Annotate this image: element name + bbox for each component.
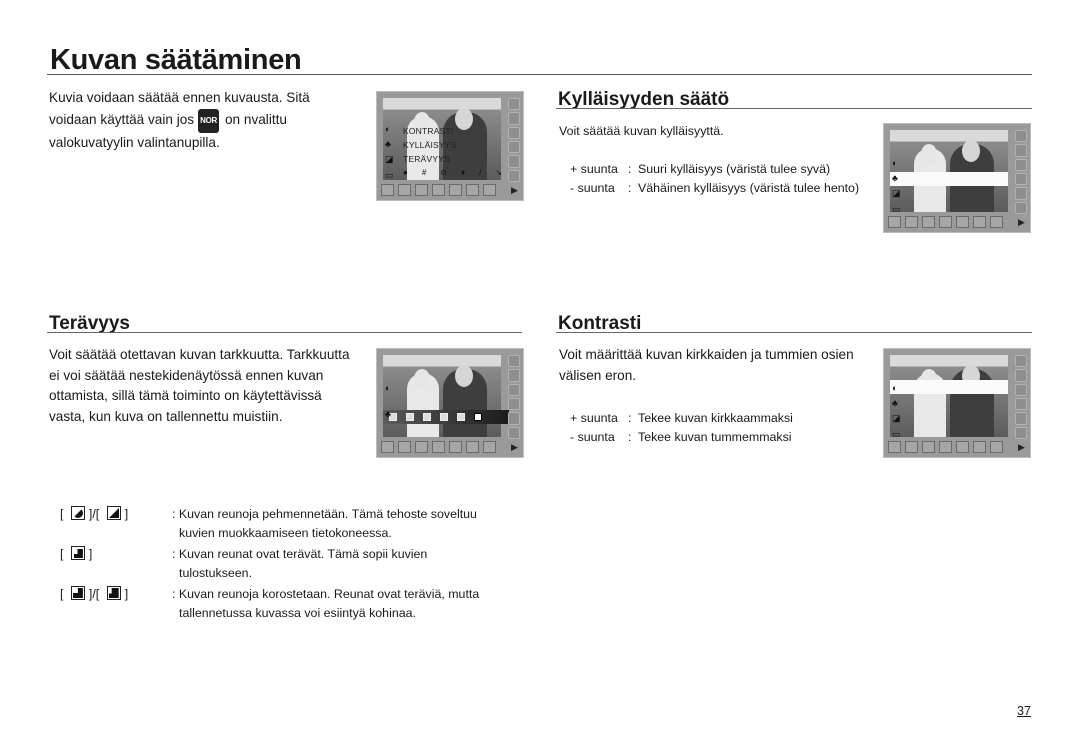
side-buttons [508,98,520,182]
pen-icon: / [479,168,482,177]
page-title: Kuvan säätäminen [50,44,302,76]
saturation-items: + suunta: Suuri kylläisyys (väristä tulee… [570,160,859,198]
text-line: Voit säätää otettavan kuvan tarkkuutta. … [49,347,350,362]
section-divider [556,332,1032,333]
item-sep: : [628,162,632,176]
contrast-items: + suunta: Tekee kuvan kirkkaammaksi - suu… [570,409,793,447]
sharpness-options: [ ]/[ ] : Kuvan reunoja pehmennetään. Tä… [60,505,520,623]
contrast-icon: ◐ [892,158,898,168]
section-divider [47,332,522,333]
camera-screen-sharpness: ◐ ♣ ▶ [376,348,524,458]
sharpness-option-vivid: [ ]/[ ] : Kuvan reunoja korostetaan. Reu… [60,586,480,620]
contrast-item-minus: - suunta: Tekee kuvan tummemmaksi [570,430,792,444]
sharpness-option-normal: [ ] : Kuvan reunat ovat terävät. Tämä so… [60,546,428,580]
intro-text-part: voidaan käyttää vain jos [49,111,195,127]
saturation-slider-bar [890,172,1008,186]
menu-icons: ◐ ♣ ◪ ▭ [892,158,901,215]
text-line: ottamista, sillä tämä toiminto on käytet… [49,388,322,403]
intro-text: Kuvia voidaan säätää ennen kuvausta. Sit… [49,88,369,154]
text-line: vasta, kun kuva on tallennettu muistiin. [49,408,283,424]
contrast-item-plus: + suunta: Tekee kuvan kirkkaammaksi [570,411,793,425]
item-text: Vähäinen kylläisyys (väristä tulee hento… [638,181,860,195]
item-text: Suuri kylläisyys (väristä tulee syvä) [638,162,831,176]
contrast-icon: ◐ [385,124,391,134]
soft-1-icon [106,506,121,520]
saturation-item-plus: + suunta: Suuri kylläisyys (väristä tulee… [570,160,859,179]
effect-icon: ▭ [892,204,901,214]
sharpness-icon: ◪ [385,154,394,164]
effect-icon: ▭ [892,429,901,439]
intro-line: voidaan käyttää vain jos NOR on nvalittu [49,108,369,133]
camera-screen-menu: ◐ ♣ ◪ ▭ KONTRASTI KYLLÄISYYS TERÄVYYS ● … [376,91,524,201]
sharpness-description: Voit säätää otettavan kuvan tarkkuutta. … [49,345,379,427]
play-icon: ▶ [511,185,518,195]
contrast-description: Voit määrittää kuvan kirkkaiden ja tummi… [559,345,879,386]
title-divider [47,74,1032,75]
menu-icons: ◐ ♣ [385,383,391,419]
saturation-icon: ♣ [892,398,898,408]
page-number: 37 [1017,704,1031,718]
saturation-icon: ♣ [892,173,898,183]
intro-line: Kuvia voidaan säätää ennen kuvausta. Sit… [49,90,310,105]
normal-sharp-icon [70,546,85,560]
text-line: Voit määrittää kuvan kirkkaiden ja tummi… [559,347,854,362]
vivid-2-icon [106,586,121,600]
item-key: - suunta [570,181,615,195]
contrast-icon: ◐ [892,383,898,393]
hand-icon: ↘ [495,168,503,177]
menu-icons: ◐ ♣ ◪ ▭ [892,383,901,440]
face-icon: ● [403,168,408,177]
sharpness-option-soft: [ ]/[ ] : Kuvan reunoja pehmennetään. Tä… [60,506,477,540]
contrast-icon: ◐ [385,383,391,393]
timer-icon: ⊘ [440,168,447,177]
soft-2-icon [70,506,85,520]
grid-icon: # [421,168,427,177]
intro-line: valokuvatyylin valintanupilla. [49,135,220,150]
item-sep: : [628,181,632,195]
sharpness-icon: ◪ [892,188,901,198]
menu-item-sharpness: TERÄVYYS [403,154,450,164]
saturation-description: Voit säätää kuvan kylläisyyttä. [559,124,724,138]
menu-item-saturation: KYLLÄISYYS [403,140,457,150]
mic-icon: ♦ [461,168,466,177]
text-line: välisen eron. [559,367,637,383]
item-key: + suunta [570,162,618,176]
menu-item-contrast: KONTRASTI [403,126,454,136]
tool-icons: ● # ⊘ ♦ / ↘ [403,168,502,177]
menu-icons: ◐ ♣ ◪ ▭ [385,124,394,181]
sharpness-icon: ◪ [892,413,901,423]
bottom-buttons: ▶ [381,184,519,196]
camera-screen-saturation: ◐ ♣ ◪ ▭ ▶ [883,123,1031,233]
effect-icon: ▭ [385,170,394,180]
play-icon: ▶ [511,442,518,452]
play-icon: ▶ [1018,217,1025,227]
saturation-icon: ♣ [385,139,391,149]
text-line: ei voi säätää nestekidenäytössä ennen ku… [49,367,324,383]
sharpness-options-bar [383,410,509,424]
saturation-icon: ♣ [385,409,391,419]
nor-mode-icon: NOR [198,108,219,133]
contrast-slider-bar [890,380,1008,394]
play-icon: ▶ [1018,442,1025,452]
intro-text-part: on nvalittu [224,111,287,127]
vivid-1-icon [70,586,85,600]
camera-screen-contrast: ◐ ♣ ◪ ▭ ▶ [883,348,1031,458]
section-divider [556,108,1032,109]
saturation-item-minus: - suunta: Vähäinen kylläisyys (väristä tu… [570,179,859,198]
